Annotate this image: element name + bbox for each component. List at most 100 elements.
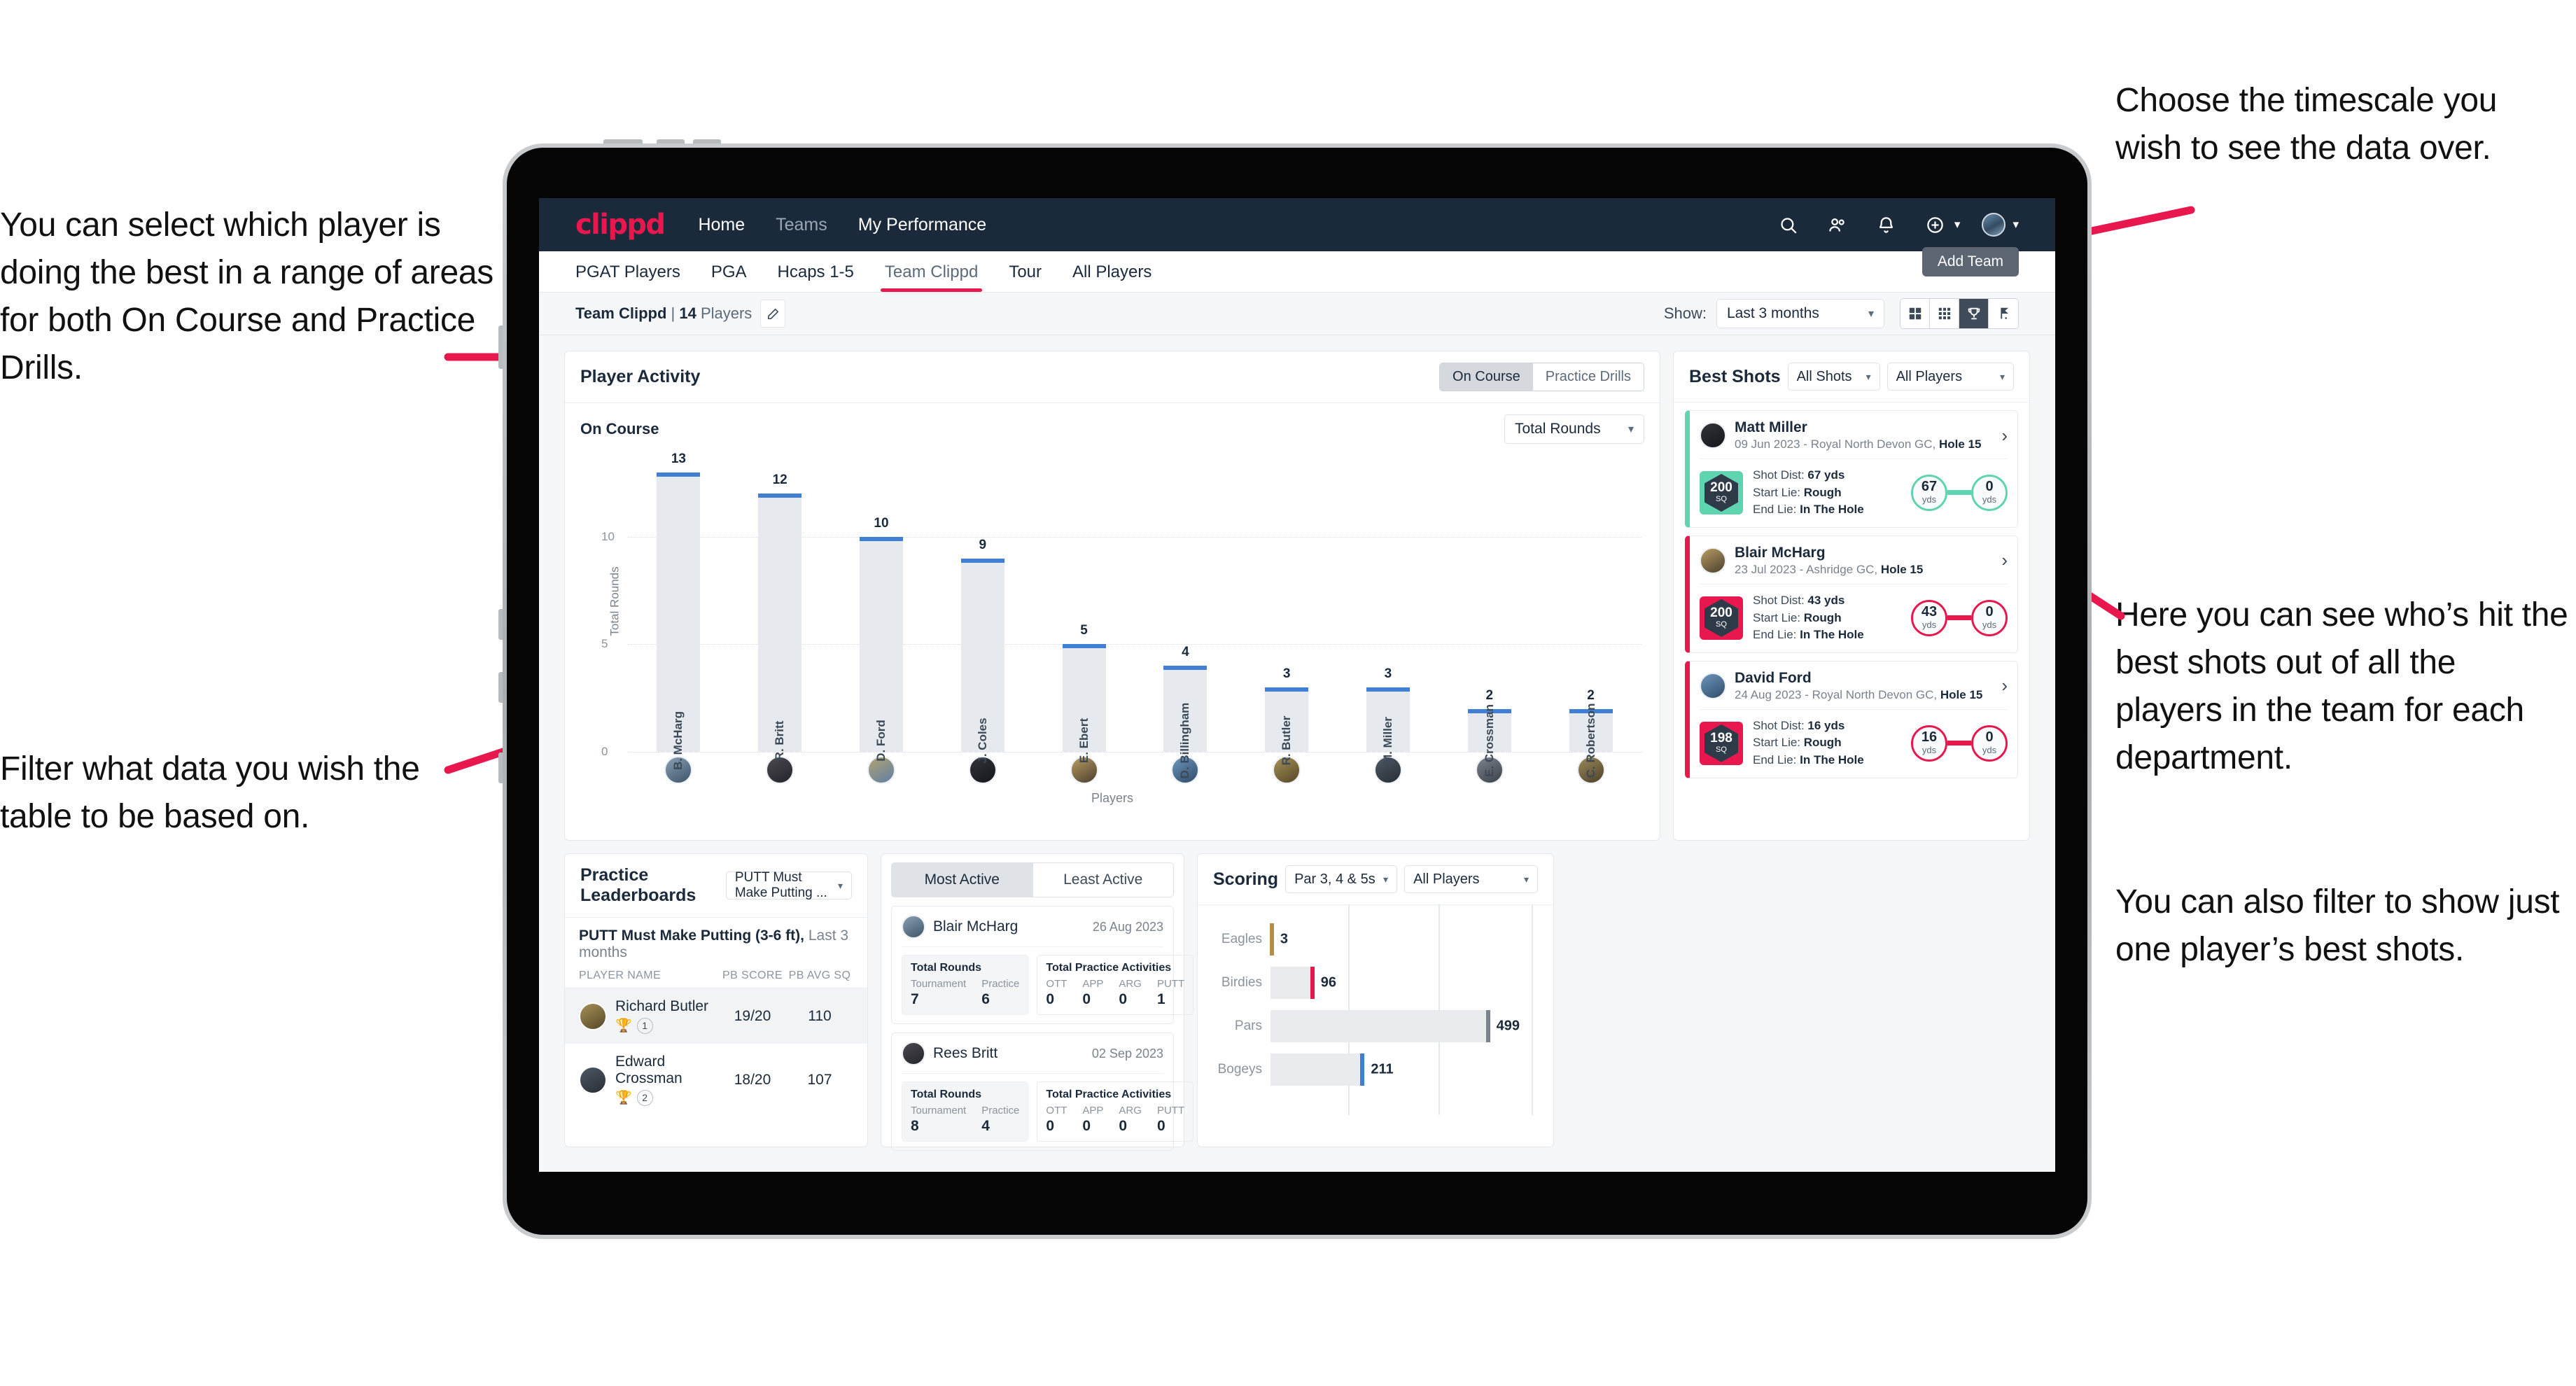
bar-column[interactable]: 2 C. Robertson [1569, 451, 1613, 778]
chevron-right-icon[interactable]: › [2001, 675, 2008, 696]
player-activity-subheader: On Course Total Rounds ▾ [565, 403, 1660, 447]
section-tab-bar: PGAT Players PGA Hcaps 1-5 Team Clippd T… [539, 247, 2055, 292]
shot-end-value: 0 [1985, 478, 1994, 494]
tab-least-active[interactable]: Least Active [1032, 862, 1174, 897]
y-axis-tick: 5 [601, 637, 608, 651]
shot-connector [1947, 741, 1971, 746]
nav-link-home[interactable]: Home [698, 215, 745, 235]
shot-start-node: 16 yds [1911, 724, 1947, 762]
scoring-header: Scoring Par 3, 4 & 5s ▾ All Players ▾ [1198, 854, 1553, 905]
chevron-down-icon: ▾ [1868, 308, 1874, 320]
tab-team-clippd[interactable]: Team Clippd [880, 262, 983, 292]
view-toggle-group [1900, 298, 2019, 329]
activity-feed-card-item[interactable]: Rees Britt 02 Sep 2023 Total Rounds Tournam… [891, 1032, 1194, 1151]
top-card-row: Player Activity On Course Practice Drill… [564, 351, 2030, 841]
shot-distance-line: Shot Dist: 67 yds [1753, 468, 1845, 482]
nav-link-teams[interactable]: Teams [776, 215, 827, 235]
segment-practice-drills[interactable]: Practice Drills [1532, 363, 1644, 391]
leaderboard-row[interactable]: Edward Crossman 🏆 2 18/20 107 [565, 1044, 867, 1116]
bar-column[interactable]: 12 R. Britt [758, 451, 802, 760]
scoring-row[interactable]: Eagles 3 [1210, 918, 1541, 961]
total-rounds-metrics: Tournament 7 Practice 6 [911, 978, 1019, 1008]
bell-icon[interactable] [1871, 209, 1902, 240]
best-shot-card[interactable]: Matt Miller 09 Jun 2023 - Royal North Dev… [1685, 410, 2018, 528]
plus-circle-icon[interactable] [1920, 209, 1951, 240]
plus-chevron-down-icon[interactable]: ▾ [1954, 218, 1961, 232]
chevron-right-icon[interactable]: › [2001, 550, 2008, 571]
y-axis-tick: 0 [601, 745, 608, 758]
golf-flag-icon[interactable] [1989, 299, 2018, 328]
scoring-title: Scoring [1213, 869, 1279, 889]
leaderboard-drill-name: PUTT Must Make Putting (3-6 ft), [579, 927, 804, 944]
bar-column[interactable]: 4 D. Billingham [1163, 451, 1208, 778]
bar-column[interactable]: 3 M. Miller [1366, 451, 1410, 764]
tab-pgat-players[interactable]: PGAT Players [575, 262, 680, 292]
best-shot-identity: David Ford 24 Aug 2023 - Royal North Devo… [1735, 670, 1982, 702]
tab-pga[interactable]: PGA [711, 262, 747, 292]
activity-feed-card-item[interactable]: Blair McHarg 26 Aug 2023 Total Rounds Tourn… [891, 906, 1194, 1024]
grid-large-icon[interactable] [1900, 299, 1930, 328]
shot-quality-tile: 198 SQ [1700, 721, 1743, 765]
chevron-down-icon: ▾ [1383, 873, 1389, 885]
best-shot-identity: Blair McHarg 23 Jul 2023 - Ashridge GC, H… [1735, 545, 1923, 577]
best-shot-card[interactable]: Blair McHarg 23 Jul 2023 - Ashridge GC, H… [1685, 535, 2018, 653]
leaderboard-row[interactable]: Richard Butler 🏆 1 19/20 110 [565, 988, 867, 1044]
avatar-chevron-down-icon[interactable]: ▾ [2012, 218, 2019, 232]
tab-hcaps-1-5[interactable]: Hcaps 1-5 [778, 262, 854, 292]
drill-select[interactable]: PUTT Must Make Putting ... ▾ [725, 870, 852, 900]
practice-metric: ARG 0 [1119, 1105, 1142, 1135]
scoring-row[interactable]: Pars 499 [1210, 1004, 1541, 1048]
scoring-bar [1270, 1010, 1488, 1042]
best-shot-card[interactable]: David Ford 24 Aug 2023 - Royal North Devo… [1685, 660, 2018, 778]
scoring-player-filter[interactable]: All Players ▾ [1404, 865, 1538, 893]
bar: D. Ford [859, 536, 903, 762]
tab-tour[interactable]: Tour [1009, 262, 1042, 292]
shot-connector [1947, 490, 1971, 496]
practice-metric: OTT 0 [1046, 1105, 1067, 1135]
scoring-bar [1270, 967, 1312, 999]
bar-column[interactable]: 13 B. McHarg [657, 451, 701, 770]
bar-column[interactable]: 9 J. Coles [960, 451, 1004, 764]
nav-link-my-performance[interactable]: My Performance [858, 215, 986, 235]
activity-card-body: Total Rounds Tournament 7 Practice 6 Total Pr… [902, 946, 1194, 1015]
total-rounds-block: Total Rounds Tournament 8 Practice 4 [902, 1082, 1029, 1142]
bar-category-label: E. Crossman [1482, 704, 1496, 777]
scoring-row[interactable]: Bogeys 211 [1210, 1048, 1541, 1091]
scoring-type-filter[interactable]: Par 3, 4 & 5s ▾ [1285, 865, 1398, 893]
activity-feed-tabs: Most Active Least Active [891, 862, 1174, 897]
scoring-row[interactable]: Birdies 96 [1210, 961, 1541, 1004]
bar-column[interactable]: 3 R. Butler [1265, 451, 1309, 765]
chevron-right-icon[interactable]: › [2001, 425, 2008, 447]
avatar [579, 1002, 607, 1030]
avatar[interactable] [1978, 209, 2009, 240]
bar-column[interactable]: 10 D. Ford [859, 451, 903, 762]
people-icon[interactable] [1822, 209, 1853, 240]
trophy-icon[interactable] [1959, 299, 1989, 328]
practice-metric: PUTT 1 [1157, 978, 1184, 1008]
grid-small-icon[interactable] [1930, 299, 1959, 328]
best-shots-player-filter[interactable]: All Players ▾ [1886, 363, 2014, 391]
best-shot-details: Shot Dist: 43 yds Start Lie: Rough End Lie… [1753, 592, 1864, 644]
add-team-button[interactable]: Add Team [1921, 247, 2019, 276]
bar-value-label: 2 [1485, 687, 1494, 703]
bar-value-label: 10 [874, 515, 889, 531]
tab-most-active[interactable]: Most Active [891, 862, 1032, 897]
clippd-logo[interactable]: clippd [575, 209, 666, 241]
metric-select-value: Total Rounds [1515, 421, 1601, 437]
timescale-select[interactable]: Last 3 months ▾ [1716, 299, 1884, 328]
search-icon[interactable] [1773, 209, 1804, 240]
best-shot-player-name: Blair McHarg [1735, 544, 1826, 561]
tab-all-players[interactable]: All Players [1072, 262, 1152, 292]
scoring-track: 96 [1270, 961, 1541, 1004]
segment-on-course[interactable]: On Course [1440, 363, 1533, 391]
y-axis-tick: 10 [601, 529, 615, 543]
avatar [1700, 422, 1726, 449]
bar: R. Butler [1265, 687, 1309, 765]
activity-card-header: Blair McHarg 26 Aug 2023 [902, 915, 1163, 939]
best-shots-shot-filter[interactable]: All Shots ▾ [1787, 363, 1880, 391]
bar-column[interactable]: 2 E. Crossman [1467, 451, 1511, 777]
edit-pencil-icon[interactable] [760, 300, 786, 328]
player-activity-title: Player Activity [580, 367, 701, 386]
bar-column[interactable]: 5 E. Ebert [1062, 451, 1106, 763]
metric-select[interactable]: Total Rounds ▾ [1504, 414, 1644, 444]
